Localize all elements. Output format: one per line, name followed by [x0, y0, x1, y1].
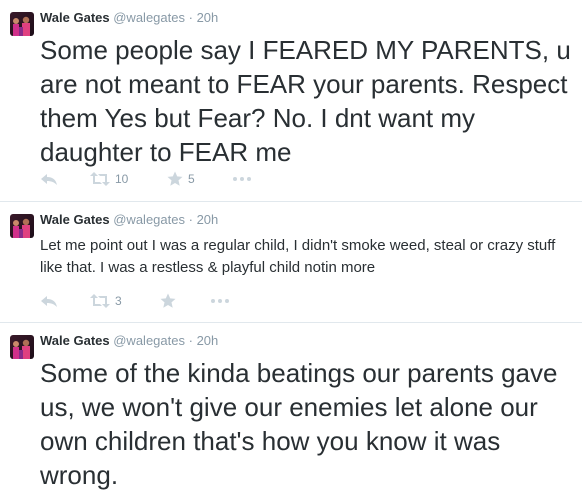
separator-dot: ·	[188, 212, 193, 227]
tweet-text: Let me point out I was a regular child, …	[40, 237, 556, 276]
author-name[interactable]: Wale Gates	[40, 333, 110, 348]
retweet-button[interactable]: 10	[90, 170, 128, 188]
tweet-header: Wale Gates @walegates · 20h	[40, 10, 218, 26]
avatar[interactable]	[10, 335, 34, 359]
timestamp[interactable]: 20h	[197, 333, 219, 348]
more-icon	[210, 293, 230, 309]
more-icon	[232, 171, 252, 187]
more-button[interactable]	[232, 170, 252, 188]
star-icon	[167, 171, 183, 187]
tweet-header: Wale Gates @walegates · 20h	[40, 333, 218, 349]
retweet-icon	[90, 293, 110, 309]
more-button[interactable]	[210, 292, 230, 310]
retweet-count: 10	[115, 172, 129, 186]
timestamp[interactable]: 20h	[197, 10, 219, 25]
tweet-item[interactable]: Wale Gates @walegates · 20h Let me point…	[0, 202, 582, 323]
reply-button[interactable]	[40, 292, 58, 310]
tweet-timeline: Wale Gates @walegates · 20h Some people …	[0, 0, 582, 490]
avatar[interactable]	[10, 214, 34, 238]
avatar[interactable]	[10, 12, 34, 36]
author-name[interactable]: Wale Gates	[40, 10, 110, 25]
reply-icon	[40, 293, 58, 309]
tweet-item[interactable]: Wale Gates @walegates · 20h Some of the …	[0, 323, 582, 490]
author-handle[interactable]: @walegates	[113, 333, 185, 348]
separator-dot: ·	[188, 333, 193, 348]
tweet-text: Some of the kinda beatings our parents g…	[40, 358, 558, 490]
favorite-button[interactable]	[160, 292, 176, 310]
author-name[interactable]: Wale Gates	[40, 212, 110, 227]
tweet-text: Some people say I FEARED MY PARENTS, u a…	[40, 35, 571, 167]
tweet-item[interactable]: Wale Gates @walegates · 20h Some people …	[0, 0, 582, 202]
timestamp[interactable]: 20h	[197, 212, 219, 227]
favorite-button[interactable]: 5	[167, 170, 195, 188]
separator-dot: ·	[188, 10, 193, 25]
reply-button[interactable]	[40, 170, 58, 188]
star-icon	[160, 293, 176, 309]
retweet-button[interactable]: 3	[90, 292, 122, 310]
author-handle[interactable]: @walegates	[113, 212, 185, 227]
author-handle[interactable]: @walegates	[113, 10, 185, 25]
retweet-count: 3	[115, 294, 122, 308]
tweet-header: Wale Gates @walegates · 20h	[40, 212, 218, 228]
favorite-count: 5	[188, 172, 195, 186]
reply-icon	[40, 171, 58, 187]
retweet-icon	[90, 171, 110, 187]
